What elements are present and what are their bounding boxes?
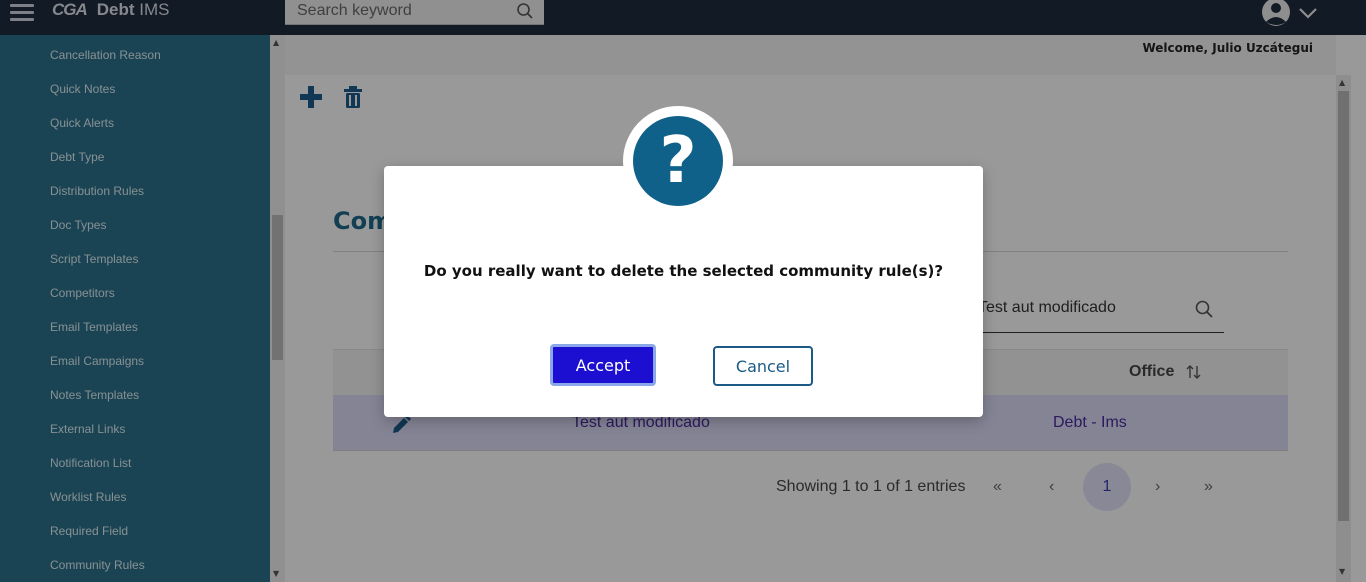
cancel-button[interactable]: Cancel	[713, 346, 813, 386]
dialog-message: Do you really want to delete the selecte…	[423, 262, 944, 280]
accept-button[interactable]: Accept	[550, 344, 656, 386]
question-mark-icon: ?	[633, 116, 723, 206]
